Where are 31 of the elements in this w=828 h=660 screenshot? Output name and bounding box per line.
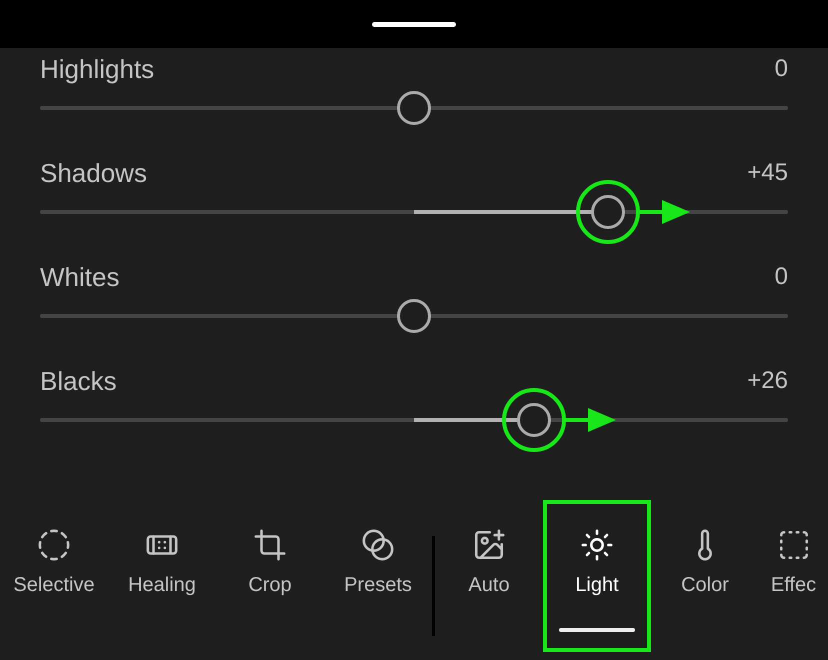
slider-thumb[interactable] bbox=[397, 299, 431, 333]
tool-tab[interactable]: Crop bbox=[216, 500, 324, 652]
slider-thumb[interactable] bbox=[591, 195, 626, 229]
tool-tab[interactable]: Color bbox=[651, 500, 759, 652]
image-icon bbox=[472, 528, 506, 562]
slider-label: Blacks bbox=[40, 366, 117, 396]
slider[interactable] bbox=[40, 298, 788, 334]
slider-value: 0 bbox=[774, 55, 788, 83]
slider-label: Highlights bbox=[40, 54, 154, 84]
tool-tab[interactable]: Healing bbox=[108, 500, 216, 652]
slider-value: +26 bbox=[747, 367, 788, 395]
tool-tab[interactable]: Auto bbox=[435, 500, 543, 652]
slider-value: +45 bbox=[747, 159, 788, 187]
slider-label: Whites bbox=[40, 262, 120, 292]
slider[interactable] bbox=[40, 90, 788, 126]
tool-tab[interactable]: Light bbox=[543, 500, 651, 652]
dashed-circle-icon bbox=[37, 528, 71, 562]
blend-icon bbox=[361, 528, 395, 562]
slider[interactable] bbox=[40, 194, 788, 230]
slider-thumb[interactable] bbox=[397, 91, 431, 125]
slider-label: Shadows bbox=[40, 158, 147, 188]
tool-tab[interactable]: Effec bbox=[759, 500, 828, 652]
tool-tab[interactable]: Selective bbox=[0, 500, 108, 652]
sun-icon bbox=[580, 528, 614, 562]
slider-thumb[interactable] bbox=[516, 403, 551, 437]
arrow-icon bbox=[638, 197, 690, 227]
slider-value: 0 bbox=[774, 263, 788, 291]
tool-tab[interactable]: Presets bbox=[324, 500, 432, 652]
slider[interactable] bbox=[40, 402, 788, 438]
crop-icon bbox=[253, 528, 287, 562]
arrow-icon bbox=[564, 405, 616, 435]
